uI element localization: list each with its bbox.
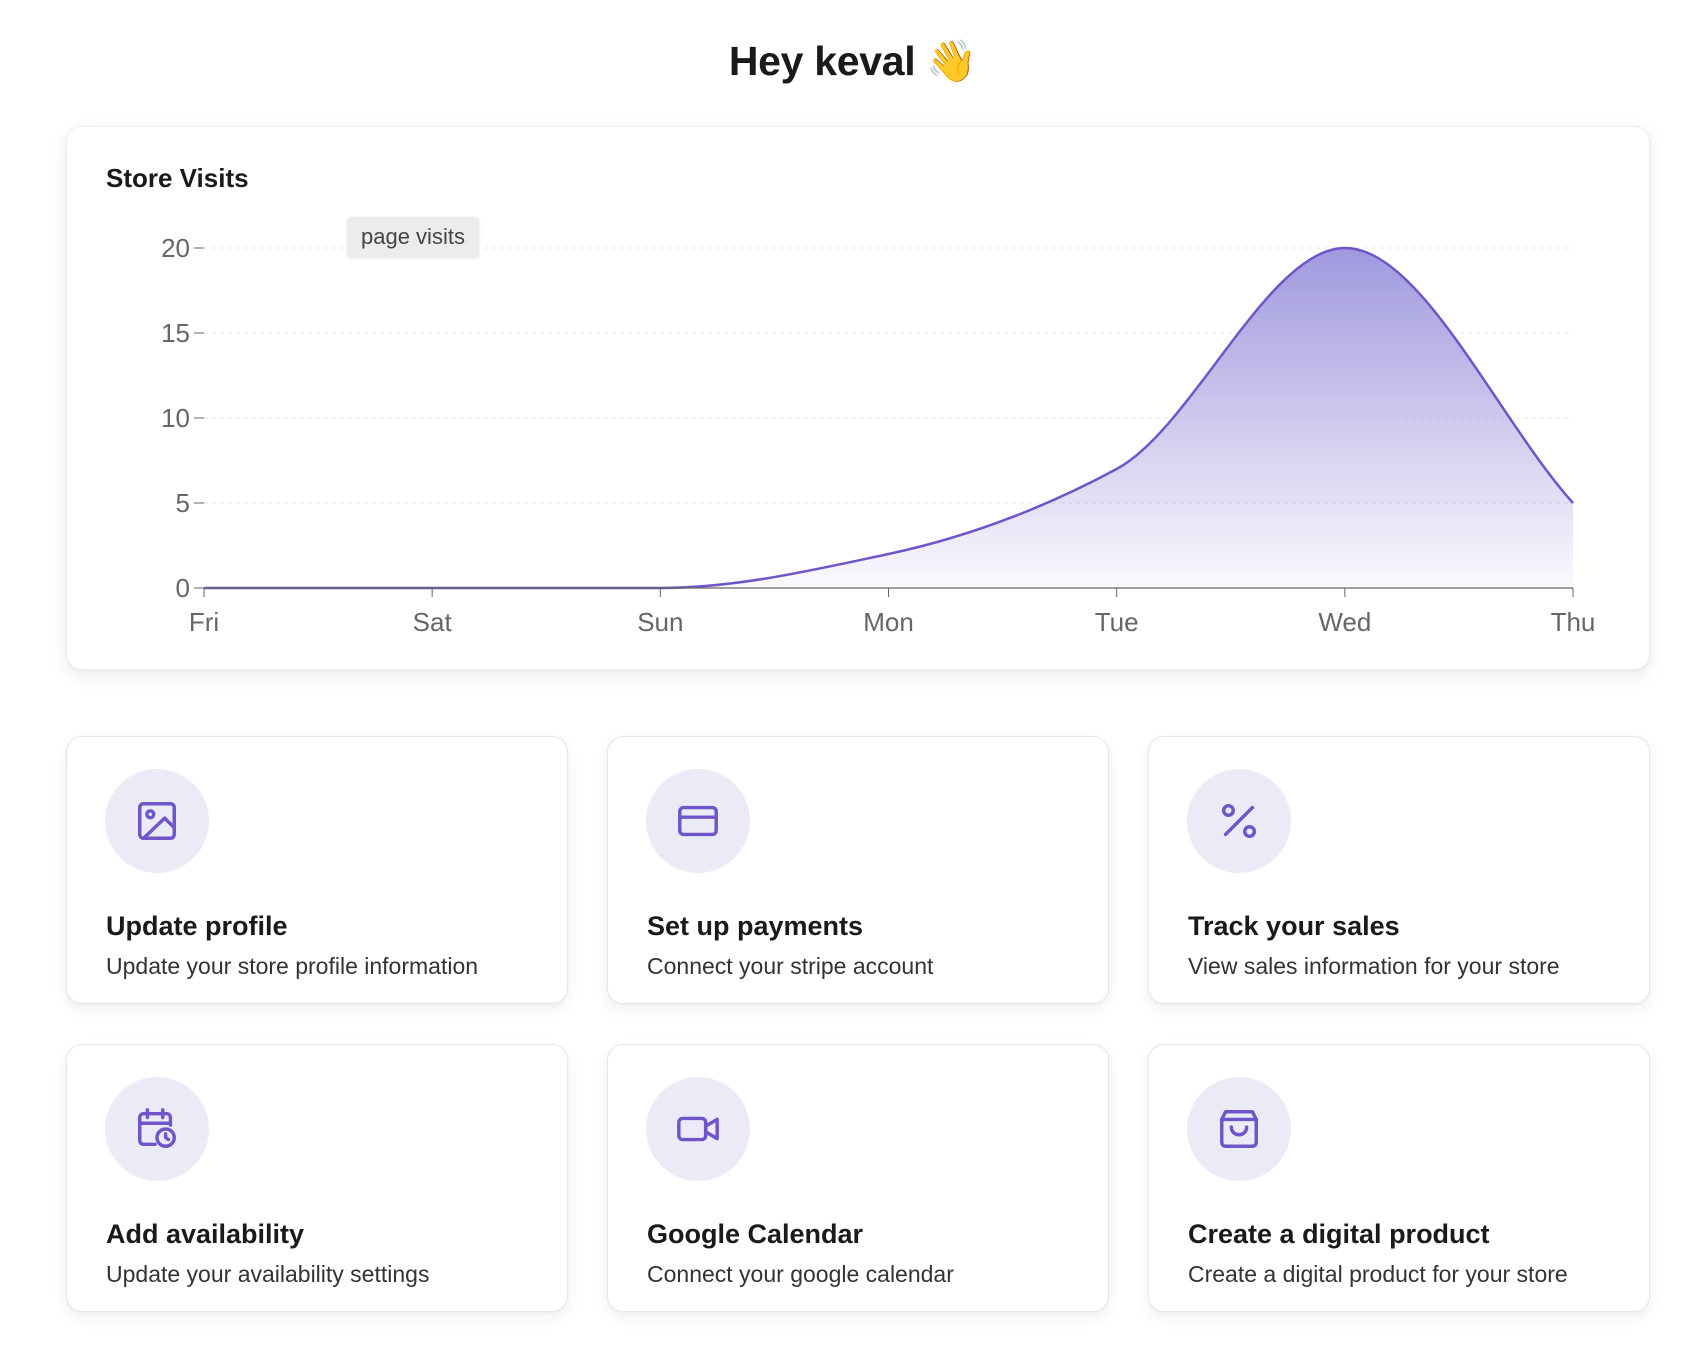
calendar-clock-icon [138,1108,176,1148]
card-description: Connect your google calendar [647,1261,954,1287]
credit-card-icon [678,805,718,837]
y-tick-label-20: 20 [161,233,190,263]
update-profile-icon-badge [105,769,209,873]
x-tick-label-fri: Fri [189,607,219,637]
card-description: Update your availability settings [106,1261,430,1287]
track-your-sales-card[interactable]: Track your sales View sales information … [1148,736,1650,1004]
shopping-bag-icon [1220,1110,1258,1148]
y-tick-label-5: 5 [176,488,190,518]
google-calendar-card[interactable]: Google Calendar Connect your google cale… [607,1044,1109,1312]
card-title: Update profile [106,911,288,941]
video-camera-icon [677,1116,719,1142]
x-tick-label-wed: Wed [1318,607,1371,637]
x-tick-label-sat: Sat [413,607,453,637]
series-area-page-visits [204,248,1573,588]
x-tick-label-sun: Sun [637,607,683,637]
card-description: View sales information for your store [1188,953,1560,979]
track-your-sales-icon-badge [1187,769,1291,873]
create-digital-product-icon-badge [1187,1077,1291,1181]
set-up-payments-card[interactable]: Set up payments Connect your stripe acco… [607,736,1109,1004]
card-description: Connect your stripe account [647,953,934,979]
add-availability-card[interactable]: Add availability Update your availabilit… [66,1044,568,1312]
set-up-payments-icon-badge [646,769,750,873]
y-tick-label-0: 0 [176,573,190,603]
card-title: Google Calendar [647,1219,864,1249]
x-tick-label-tue: Tue [1095,607,1139,637]
image-icon [138,802,176,840]
card-title: Track your sales [1188,911,1400,941]
card-title: Create a digital product [1188,1219,1490,1249]
x-tick-label-thu: Thu [1551,607,1596,637]
card-title: Set up payments [647,911,864,941]
store-visits-card: Store Visits 0 5 10 15 20 Fri Sat Sun Mon Tue Wed T… [66,126,1650,670]
create-digital-product-card[interactable]: Create a digital product Create a digita… [1148,1044,1650,1312]
x-tick-label-mon: Mon [863,607,914,637]
percent-icon [1221,803,1257,839]
page-greeting: Hey keval 👋 [728,38,978,84]
update-profile-card[interactable]: Update profile Update your store profile… [66,736,568,1004]
card-title: Add availability [106,1219,305,1249]
onboarding-cards-grid: Update profile Update your store profile… [66,736,1650,1312]
y-tick-label-15: 15 [161,318,190,348]
store-visits-chart: 0 5 10 15 20 Fri Sat Sun Mon Tue Wed Thu [161,233,1596,637]
add-availability-icon-badge [105,1077,209,1181]
card-description: Create a digital product for your store [1188,1261,1568,1287]
y-tick-label-10: 10 [161,403,190,433]
google-calendar-icon-badge [646,1077,750,1181]
chart-legend-page-visits: page visits [347,217,479,257]
card-description: Update your store profile information [106,953,479,979]
